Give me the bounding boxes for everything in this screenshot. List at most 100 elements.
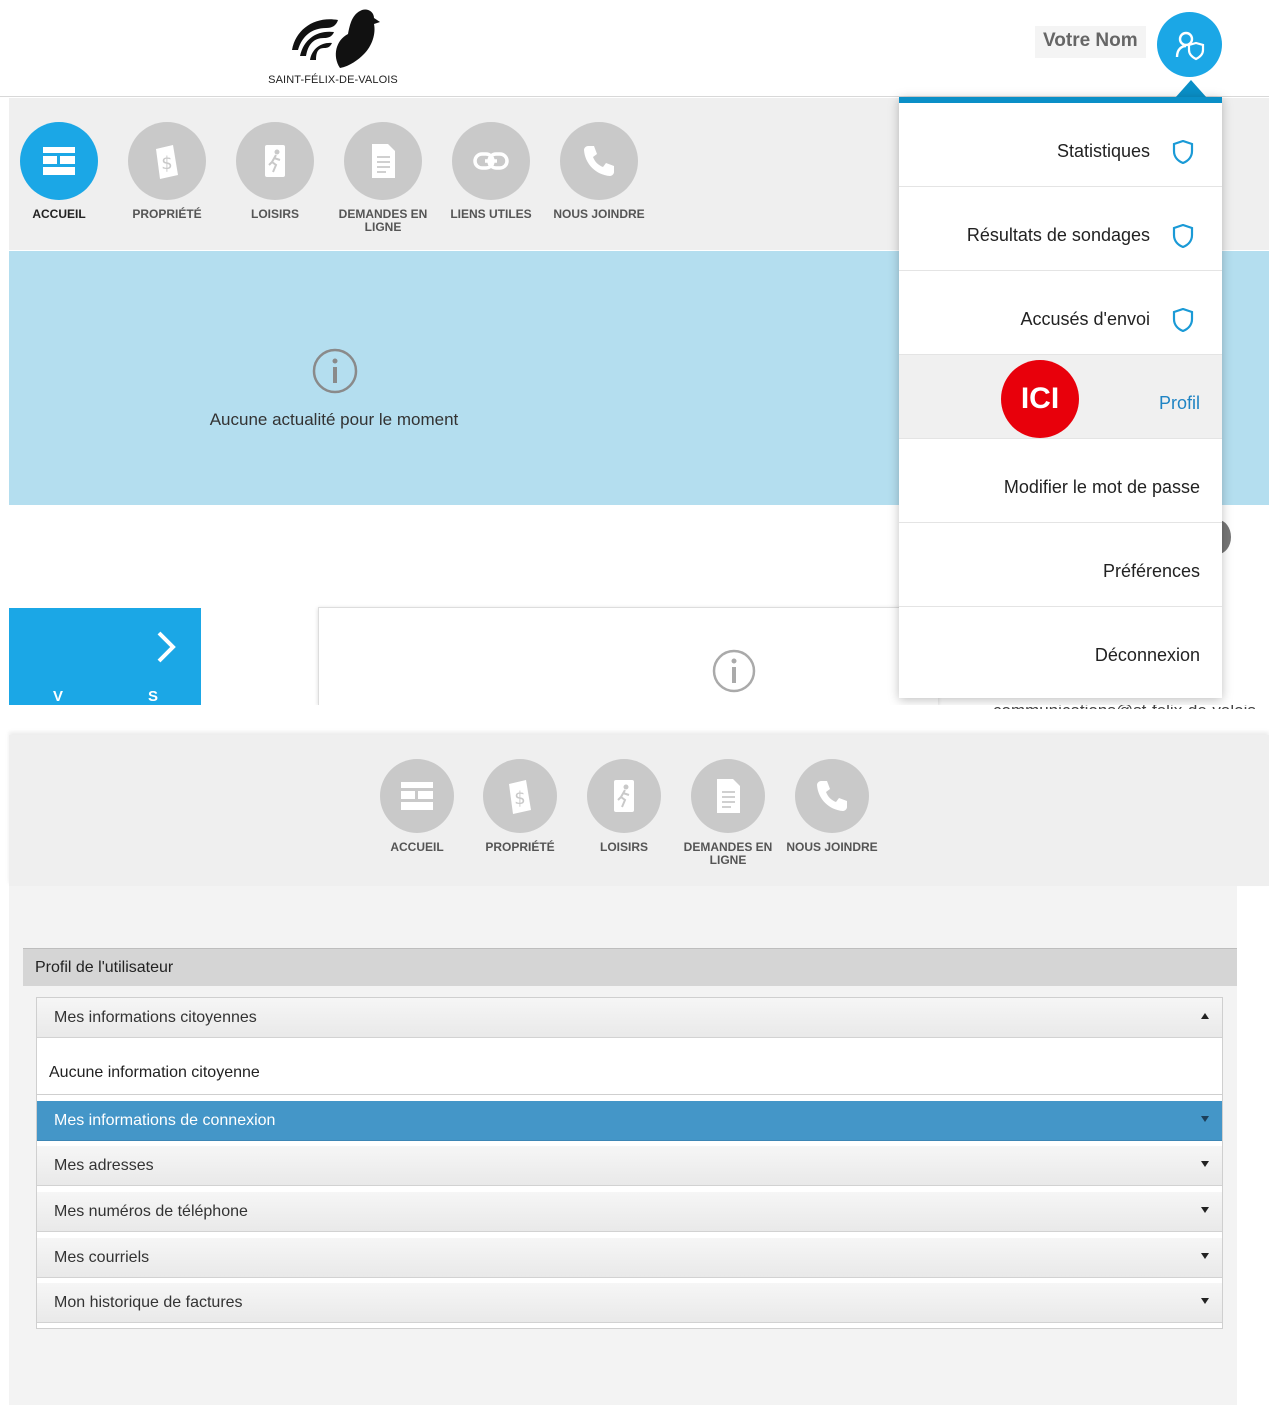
dollar-tag-icon: $ — [156, 145, 178, 179]
profile-content: Profil de l'utilisateur Mes informations… — [9, 886, 1237, 1405]
nav-item-loisirs[interactable]: LOISIRS — [227, 122, 323, 221]
accordion-header-informations-connexion[interactable]: Mes informations de connexion — [37, 1101, 1222, 1141]
chevron-right-icon — [157, 631, 176, 663]
shield-icon — [1172, 140, 1194, 164]
rooster-logo-icon — [292, 9, 380, 69]
nav-item-nous-joindre[interactable]: NOUS JOINDRE — [784, 759, 880, 854]
logo-text: SAINT-FÉLIX-DE-VALOIS — [268, 74, 398, 86]
menu-item-label: Statistiques — [1056, 141, 1150, 161]
nav-circle — [20, 122, 98, 200]
menu-item-label: Déconnexion — [1094, 645, 1200, 665]
menu-item-label: Profil — [1158, 393, 1200, 413]
menu-item-modifier-mot-de-passe[interactable]: Modifier le mot de passe — [899, 439, 1222, 523]
nav-circle — [380, 759, 454, 833]
svg-text:$: $ — [161, 153, 172, 174]
home-grid-icon — [401, 782, 433, 810]
site-header: SAINT-FÉLIX-DE-VALOIS Votre Nom — [0, 0, 1269, 97]
triangle-down-icon — [1201, 1161, 1209, 1167]
user-name[interactable]: Votre Nom — [1035, 26, 1146, 58]
nav-label: PROPRIÉTÉ — [132, 207, 202, 221]
nav-label: NOUS JOINDRE — [786, 840, 878, 854]
nav-item-loisirs[interactable]: LOISIRS — [576, 759, 672, 854]
link-icon — [473, 152, 509, 170]
shield-icon — [1172, 224, 1194, 248]
nav-item-propriete[interactable]: $ PROPRIÉTÉ — [472, 759, 568, 854]
triangle-down-icon — [1201, 1116, 1209, 1122]
nav-label: ACCUEIL — [32, 207, 86, 221]
nav-item-demandes[interactable]: DEMANDES EN LIGNE — [680, 759, 776, 867]
user-avatar-button[interactable] — [1157, 12, 1222, 77]
accordion-label: Mes numéros de téléphone — [54, 1203, 248, 1220]
nav-label: LOISIRS — [250, 207, 299, 221]
info-icon — [712, 649, 756, 693]
triangle-down-icon — [1201, 1253, 1209, 1259]
tile-letter: S — [148, 688, 159, 705]
dollar-tag-icon: $ — [509, 780, 531, 814]
info-icon — [312, 348, 358, 394]
menu-item-resultats-sondages[interactable]: Résultats de sondages — [899, 187, 1222, 271]
nav-label: LOISIRS — [599, 840, 648, 854]
nav-label: PROPRIÉTÉ — [485, 840, 555, 854]
accordion-label: Mes informations de connexion — [54, 1112, 276, 1129]
nav-item-propriete[interactable]: $ PROPRIÉTÉ — [119, 122, 215, 221]
triangle-up-icon — [1201, 1013, 1209, 1019]
nav-label: ACCUEIL — [390, 840, 444, 854]
user-dropdown-menu: Statistiques Résultats de sondages Accus… — [899, 97, 1222, 698]
nav-label: DEMANDES EN LIGNE — [338, 207, 428, 234]
info-card — [318, 607, 938, 705]
news-empty-message: Aucune actualité pour le moment — [209, 410, 459, 429]
menu-item-preferences[interactable]: Préférences — [899, 523, 1222, 607]
triangle-down-icon — [1201, 1207, 1209, 1213]
accordion-label: Mes courriels — [54, 1249, 150, 1266]
nav-circle — [236, 122, 314, 200]
menu-item-deconnexion[interactable]: Déconnexion — [899, 607, 1222, 691]
accordion-body-citoyennes: Aucune information citoyenne — [37, 1050, 1222, 1095]
accordion-label: Mes informations citoyennes — [54, 1009, 257, 1026]
nav-circle — [691, 759, 765, 833]
triangle-down-icon — [1201, 1298, 1209, 1304]
nav-circle — [560, 122, 638, 200]
profile-accordion: Mes informations citoyennes Aucune infor… — [36, 997, 1223, 1329]
accordion-label: Mes adresses — [54, 1157, 154, 1174]
home-screen: SAINT-FÉLIX-DE-VALOIS Votre Nom ACCUEIL — [0, 0, 1269, 705]
running-person-icon — [614, 780, 634, 812]
shield-icon — [1172, 308, 1194, 332]
document-icon — [372, 144, 395, 178]
nav-circle: $ — [128, 122, 206, 200]
profile-title: Profil de l'utilisateur — [23, 948, 1237, 986]
featured-tile[interactable]: V S — [9, 608, 201, 705]
accordion-header-courriels[interactable]: Mes courriels — [37, 1238, 1222, 1278]
document-icon — [717, 779, 740, 813]
nav-item-nous-joindre[interactable]: NOUS JOINDRE — [551, 122, 647, 221]
running-person-icon — [265, 145, 285, 177]
nav-item-liens[interactable]: LIENS UTILES — [443, 122, 539, 221]
phone-icon — [817, 781, 847, 811]
nav-circle — [587, 759, 661, 833]
menu-item-profil[interactable]: ICI Profil — [899, 355, 1222, 439]
nav-circle — [795, 759, 869, 833]
contact-email[interactable]: communications@st-felix-de-valois — [993, 705, 1256, 709]
nav-circle — [452, 122, 530, 200]
phone-icon — [584, 146, 614, 176]
nav-label: LIENS UTILES — [450, 207, 532, 221]
nav-circle — [344, 122, 422, 200]
menu-item-statistiques[interactable]: Statistiques — [899, 103, 1222, 187]
svg-text:$: $ — [514, 788, 525, 809]
menu-item-label: Accusés d'envoi — [1020, 309, 1150, 329]
nav-label: DEMANDES EN LIGNE — [683, 840, 773, 867]
accordion-header-historique-factures[interactable]: Mon historique de factures — [37, 1283, 1222, 1323]
site-logo[interactable]: SAINT-FÉLIX-DE-VALOIS — [258, 6, 408, 90]
user-shield-icon — [1175, 31, 1205, 61]
menu-item-label: Résultats de sondages — [966, 225, 1150, 245]
nav-item-accueil[interactable]: ACCUEIL — [369, 759, 465, 854]
nav-item-accueil[interactable]: ACCUEIL — [11, 122, 107, 221]
nav-circle: $ — [483, 759, 557, 833]
tile-letter: V — [53, 688, 64, 705]
accordion-header-adresses[interactable]: Mes adresses — [37, 1146, 1222, 1186]
menu-item-accuses-envoi[interactable]: Accusés d'envoi — [899, 271, 1222, 355]
accordion-header-informations-citoyennes[interactable]: Mes informations citoyennes — [37, 998, 1222, 1038]
accordion-header-numeros-telephone[interactable]: Mes numéros de téléphone — [37, 1192, 1222, 1232]
nav-item-demandes[interactable]: DEMANDES EN LIGNE — [335, 122, 431, 234]
nav-label: NOUS JOINDRE — [553, 207, 645, 221]
home-grid-icon — [43, 147, 75, 175]
